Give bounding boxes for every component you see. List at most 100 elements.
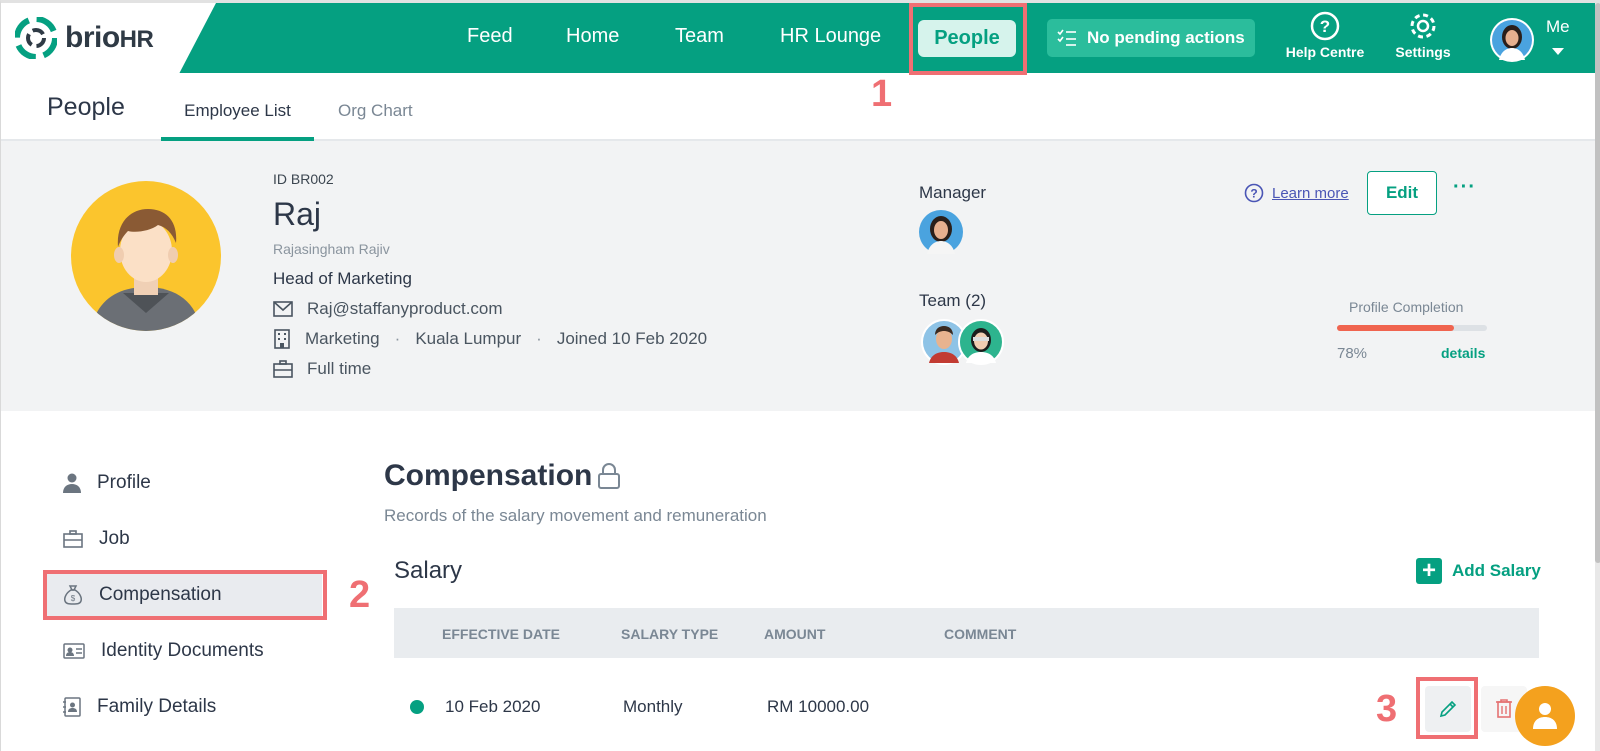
side-menu-label: Family Details <box>97 696 217 717</box>
employee-email[interactable]: Raj@staffanyproduct.com <box>307 299 503 319</box>
learn-more-label: Learn more <box>1272 184 1349 202</box>
support-chat-button[interactable] <box>1515 686 1575 746</box>
brand-name: brioHR <box>65 21 154 54</box>
salary-heading: Salary <box>394 557 463 584</box>
app-window: brioHR Feed Home Team HR Lounge People N… <box>0 0 1600 751</box>
compensation-title: Compensation <box>384 459 593 492</box>
profile-completion-label: Profile Completion <box>1349 299 1464 315</box>
side-menu-job[interactable]: Job <box>63 528 130 550</box>
tab-employee-list[interactable]: Employee List <box>161 101 314 141</box>
trash-icon <box>1496 699 1512 718</box>
me-menu[interactable]: Me <box>1546 17 1570 37</box>
column-header[interactable]: EFFECTIVE DATE <box>442 626 560 642</box>
employee-location: Kuala Lumpur <box>415 329 522 348</box>
tab-org-chart[interactable]: Org Chart <box>338 101 413 121</box>
annotation-box-3 <box>1416 677 1478 739</box>
side-menu-label: Profile <box>97 472 151 493</box>
edit-button[interactable]: Edit <box>1367 171 1437 215</box>
employee-name: Raj <box>273 196 322 232</box>
column-header[interactable]: SALARY TYPE <box>621 626 718 642</box>
person-icon <box>1533 703 1557 729</box>
team-label: Team (2) <box>919 291 987 310</box>
side-menu-label: Identity Documents <box>101 640 264 661</box>
nav-hr-lounge[interactable]: HR Lounge <box>780 25 881 48</box>
profile-completion-details-link[interactable]: details <box>1441 345 1485 361</box>
manager-label: Manager <box>919 183 987 202</box>
briefcase-icon <box>273 360 293 378</box>
team-member-avatar[interactable] <box>958 319 1004 365</box>
employee-id: ID BR002 <box>273 171 334 187</box>
column-header[interactable]: AMOUNT <box>764 626 825 642</box>
annotation-number-1: 1 <box>871 73 893 115</box>
pending-actions-button[interactable]: No pending actions <box>1047 19 1255 57</box>
employee-department: Marketing <box>305 329 380 348</box>
employee-header: ID BR002 Raj Rajasingham Rajiv Head of M… <box>1 141 1595 411</box>
section-title: Compensation <box>384 459 622 493</box>
contact-book-icon <box>63 697 81 717</box>
separator: · <box>536 329 542 348</box>
user-avatar-icon <box>1492 20 1532 60</box>
help-centre-label: Help Centre <box>1285 44 1365 60</box>
employee-avatar-icon <box>91 209 201 331</box>
scrollbar[interactable] <box>1595 3 1600 751</box>
envelope-icon <box>273 301 293 317</box>
employee-job-title: Head of Marketing <box>273 269 412 288</box>
svg-text:?: ? <box>1250 187 1257 201</box>
user-avatar[interactable] <box>1490 18 1534 62</box>
team-member-avatar-icon <box>960 321 1002 363</box>
side-menu-identity-documents[interactable]: Identity Documents <box>63 640 264 662</box>
manager-avatar[interactable] <box>919 210 963 254</box>
side-menu-profile[interactable]: Profile <box>63 472 151 494</box>
annotation-box-2 <box>43 570 327 620</box>
nav-home[interactable]: Home <box>566 25 619 48</box>
side-menu-label: Job <box>99 528 130 549</box>
salary-type-cell: Monthly <box>623 697 683 716</box>
add-salary-button[interactable]: + Add Salary <box>1416 558 1541 584</box>
column-header[interactable]: COMMENT <box>944 626 1016 642</box>
top-navbar: brioHR Feed Home Team HR Lounge People N… <box>1 3 1595 73</box>
effective-date-cell: 10 Feb 2020 <box>445 697 541 716</box>
lock-icon <box>598 463 621 489</box>
profile-completion-bar <box>1337 325 1487 331</box>
amount-cell: RM 10000.00 <box>767 697 870 716</box>
annotation-number-3: 3 <box>1376 688 1398 730</box>
salary-table-header: EFFECTIVE DATE SALARY TYPE AMOUNT COMMEN… <box>394 608 1539 658</box>
briefcase-icon <box>63 530 83 548</box>
employee-joined: Joined 10 Feb 2020 <box>556 329 708 348</box>
side-menu-family-details[interactable]: Family Details <box>63 696 216 718</box>
separator: · <box>394 329 401 348</box>
id-card-icon <box>63 643 85 659</box>
department-row: Marketing · Kuala Lumpur · Joined 10 Feb… <box>273 329 707 349</box>
caret-down-icon[interactable] <box>1552 48 1564 55</box>
pending-actions-label: No pending actions <box>1087 28 1245 47</box>
email-row: Raj@staffanyproduct.com <box>273 299 503 319</box>
manager-avatar-icon <box>919 210 963 254</box>
employment-type: Full time <box>307 359 372 378</box>
settings-label: Settings <box>1395 44 1451 60</box>
learn-more-link[interactable]: ? Learn more <box>1244 183 1349 203</box>
table-row[interactable]: 10 Feb 2020 Monthly RM 10000.00 <box>394 659 1539 751</box>
nav-feed[interactable]: Feed <box>467 25 513 48</box>
add-salary-label: Add Salary <box>1452 561 1541 580</box>
help-centre-button[interactable]: ? Help Centre <box>1281 11 1369 60</box>
brio-logo-icon <box>15 17 57 59</box>
nav-team[interactable]: Team <box>675 25 724 48</box>
annotation-number-2: 2 <box>349 574 371 616</box>
settings-button[interactable]: Settings <box>1388 11 1458 60</box>
logo[interactable]: brioHR <box>1 3 216 73</box>
building-icon <box>274 329 290 349</box>
checklist-icon <box>1057 29 1076 46</box>
more-options-button[interactable]: ··· <box>1453 176 1476 199</box>
svg-text:?: ? <box>1320 17 1330 36</box>
scrollbar-thumb[interactable] <box>1595 3 1600 563</box>
status-dot <box>410 700 424 714</box>
annotation-box-1 <box>909 3 1027 75</box>
profile-completion-percent: 78% <box>1337 345 1368 362</box>
plus-icon: + <box>1416 558 1442 584</box>
person-icon <box>63 473 81 493</box>
question-circle-icon: ? <box>1244 183 1264 203</box>
gear-icon <box>1410 13 1436 39</box>
section-subtitle: Records of the salary movement and remun… <box>384 506 767 525</box>
page-title: People <box>47 93 125 121</box>
employment-type-row: Full time <box>273 359 371 379</box>
